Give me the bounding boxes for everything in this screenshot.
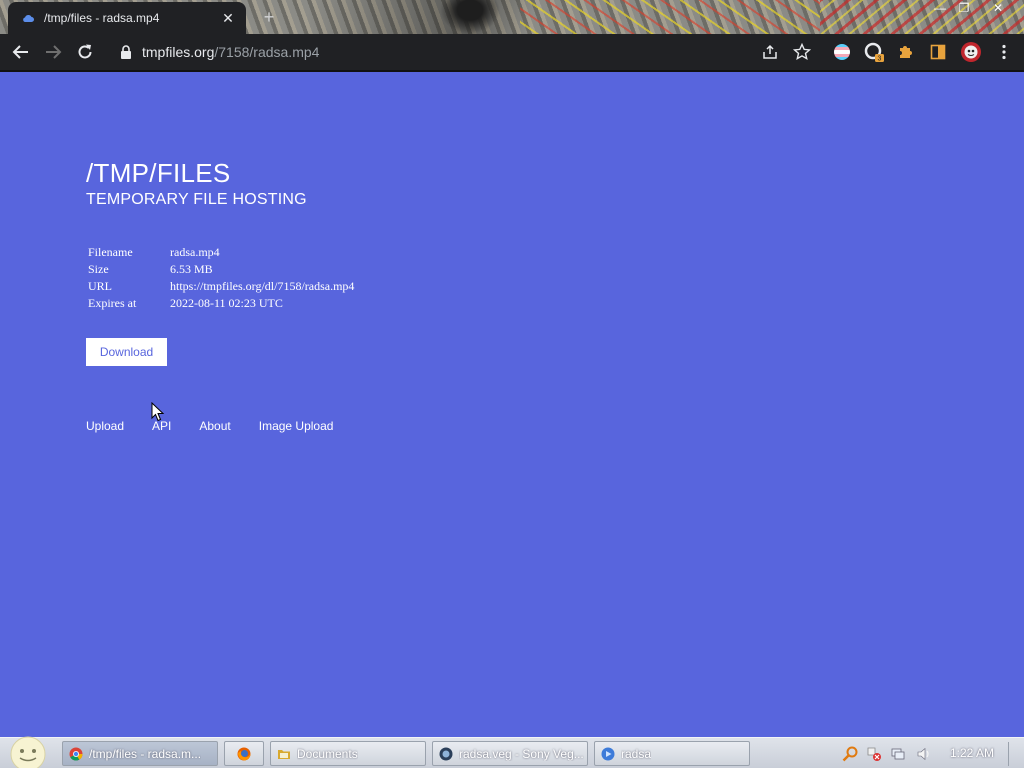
start-orb-icon <box>10 736 46 768</box>
extension-badge-button[interactable]: 3 <box>864 42 884 62</box>
arrow-left-icon <box>12 45 28 59</box>
footer-link-image-upload[interactable]: Image Upload <box>259 419 334 433</box>
task-label: /tmp/files - radsa.m... <box>89 746 202 761</box>
new-tab-button[interactable]: + <box>258 6 280 28</box>
url-label: URL <box>88 279 112 293</box>
browser-toolbar: tmpfiles.org/7158/radsa.mp4 3 <box>0 34 1024 70</box>
action-center-icon[interactable] <box>866 746 882 762</box>
start-button[interactable] <box>8 734 48 768</box>
extensions-button[interactable] <box>896 42 916 62</box>
flag-circle-icon <box>834 44 850 60</box>
maximize-button[interactable]: ❐ <box>952 0 976 16</box>
avatar-icon <box>961 42 981 62</box>
footer-nav: Upload API About Image Upload <box>86 419 361 433</box>
system-tray <box>836 738 1024 768</box>
tab-close-icon[interactable]: ✕ <box>220 10 236 26</box>
taskbar-item-documents[interactable]: Documents <box>270 741 426 766</box>
star-icon <box>793 43 811 61</box>
table-row: URL https://tmpfiles.org/dl/7158/radsa.m… <box>88 278 354 295</box>
firefox-icon <box>237 747 251 760</box>
taskbar-item-radsa[interactable]: radsa <box>594 741 750 766</box>
table-row: Expires at 2022-08-11 02:23 UTC <box>88 295 354 312</box>
mouse-pointer-icon <box>151 402 165 422</box>
back-button[interactable] <box>9 40 33 64</box>
browser-menu-button[interactable] <box>994 42 1014 62</box>
browser-tab[interactable]: /tmp/files - radsa.mp4 ✕ <box>8 2 246 34</box>
taskbar-item-chrome[interactable]: /tmp/files - radsa.m... <box>62 741 218 766</box>
size-label: Size <box>88 262 109 276</box>
filename-value: radsa.mp4 <box>170 245 220 259</box>
wallpaper-strip <box>520 0 820 34</box>
footer-link-about[interactable]: About <box>199 419 230 433</box>
bookmark-button[interactable] <box>792 42 812 62</box>
forward-button[interactable] <box>41 40 65 64</box>
expires-label: Expires at <box>88 296 137 310</box>
address-bar[interactable]: tmpfiles.org/7158/radsa.mp4 <box>110 37 822 67</box>
media-icon <box>601 747 615 760</box>
profile-avatar[interactable] <box>960 41 982 63</box>
table-row: Filename radsa.mp4 <box>88 244 354 261</box>
task-label: radsa.veg - Sony Veg... <box>459 746 584 761</box>
url-path: /7158/radsa.mp4 <box>214 44 320 60</box>
side-panel-button[interactable] <box>928 42 948 62</box>
profile-flag-extension[interactable] <box>832 42 852 62</box>
cloud-favicon-icon <box>23 15 34 22</box>
file-info-table: Filename radsa.mp4 Size 6.53 MB URL http… <box>88 244 354 312</box>
page-subtitle: TEMPORARY FILE HOSTING <box>86 191 307 208</box>
side-panel-icon <box>930 44 946 60</box>
volume-icon[interactable] <box>916 746 932 762</box>
taskbar-item-firefox[interactable] <box>224 741 264 766</box>
lock-icon <box>121 45 131 59</box>
expires-value: 2022-08-11 02:23 UTC <box>170 296 283 310</box>
size-value: 6.53 MB <box>170 262 213 276</box>
minimize-button[interactable]: — <box>928 0 952 16</box>
folder-icon <box>278 749 290 759</box>
extension-circle-icon: 3 <box>864 42 884 62</box>
url-host: tmpfiles.org <box>142 44 215 60</box>
browser-titlebar: /tmp/files - radsa.mp4 ✕ + — ❐ ✕ <box>0 0 1024 34</box>
show-desktop-divider <box>1008 742 1009 766</box>
task-label: radsa <box>621 746 652 761</box>
vegas-icon <box>439 747 453 760</box>
close-window-button[interactable]: ✕ <box>986 0 1010 16</box>
page-title: /TMP/FILES <box>86 158 231 188</box>
chrome-icon <box>69 747 83 761</box>
puzzle-icon <box>900 46 912 58</box>
filename-label: Filename <box>88 245 133 259</box>
table-row: Size 6.53 MB <box>88 261 354 278</box>
taskbar: /tmp/files - radsa.m... Documents radsa.… <box>0 734 1024 768</box>
task-label: Documents <box>297 746 358 761</box>
download-button[interactable]: Download <box>86 338 167 366</box>
share-button[interactable] <box>760 42 780 62</box>
extension-badge-count: 3 <box>878 56 882 63</box>
share-icon <box>763 44 777 59</box>
toolbar-divider <box>0 70 1024 72</box>
url-value: https://tmpfiles.org/dl/7158/radsa.mp4 <box>170 279 355 293</box>
reload-button[interactable] <box>73 40 97 64</box>
taskbar-clock[interactable]: 1:22 AM <box>950 746 994 760</box>
taskbar-item-vegas[interactable]: radsa.veg - Sony Veg... <box>432 741 588 766</box>
tab-title: /tmp/files - radsa.mp4 <box>44 11 160 25</box>
reload-icon <box>78 44 92 59</box>
network-icon[interactable] <box>890 746 906 762</box>
kebab-menu-icon <box>1002 44 1006 60</box>
wallpaper-strip <box>440 0 500 34</box>
footer-link-upload[interactable]: Upload <box>86 419 124 433</box>
search-icon[interactable] <box>842 746 858 762</box>
arrow-right-icon <box>46 45 62 59</box>
